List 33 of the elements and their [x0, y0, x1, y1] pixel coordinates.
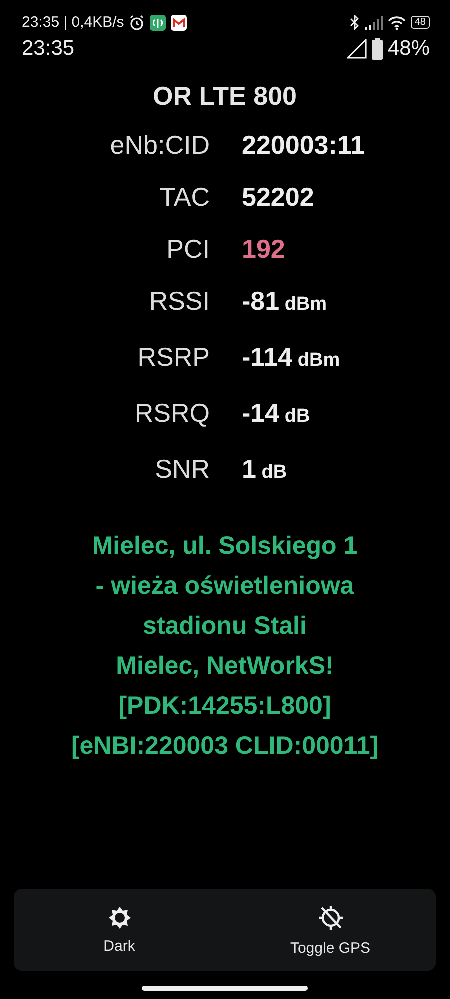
clock: 23:35: [22, 37, 75, 61]
gps-off-icon: [316, 904, 344, 932]
field-label: RSSI: [148, 285, 210, 318]
app-icon: [150, 14, 166, 30]
battery-percent: 48%: [388, 37, 430, 61]
status-text: 23:35 | 0,4KB/s: [22, 14, 124, 31]
dark-button[interactable]: Dark: [14, 889, 225, 971]
brightness-icon: [108, 906, 132, 930]
field-value: 52202: [242, 181, 316, 214]
field-value: -114 dBm: [242, 341, 342, 374]
field-label: PCI: [166, 233, 210, 266]
wifi-icon: [388, 16, 406, 30]
field-value: -81 dBm: [242, 285, 328, 318]
cell-title: OR LTE 800: [152, 81, 298, 112]
toggle-gps-button[interactable]: Toggle GPS: [225, 889, 436, 971]
battery-icon: [372, 38, 383, 60]
home-indicator[interactable]: [142, 986, 308, 991]
field-value: 1 dB: [242, 453, 288, 486]
battery-level: 48: [410, 16, 430, 29]
field-value: 220003:11: [242, 129, 366, 162]
field-label: RSRQ: [134, 397, 210, 430]
signal-icon: [364, 16, 383, 30]
mail-icon: [171, 14, 188, 30]
field-value: -14 dB: [242, 397, 312, 430]
field-label: SNR: [154, 453, 210, 486]
field-label: TAC: [158, 181, 210, 214]
field-label: eNb:CID: [109, 129, 210, 162]
field-value: 192: [242, 233, 286, 266]
site-location: Mielec, ul. Solskiego 1 - wieża oświetleniowa stadionu Stali Mielec, NetWorkS! [PDK:14255:L800] [eNBI:220003 CLID:00011]: [70, 531, 380, 762]
alarm-icon: [129, 14, 146, 30]
bluetooth-icon: [350, 15, 360, 30]
field-label: RSRP: [136, 341, 210, 374]
signal-triangle-icon: [346, 39, 367, 59]
